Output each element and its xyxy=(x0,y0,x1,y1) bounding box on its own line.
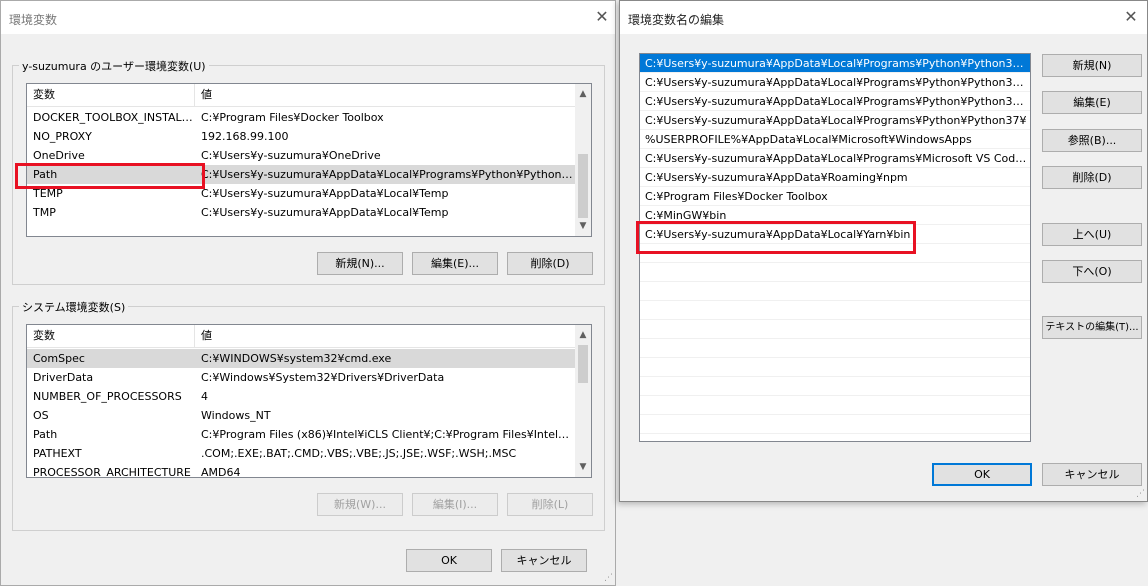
system-var-value: C:¥Windows¥System32¥Drivers¥DriverData xyxy=(201,371,445,384)
system-col-variable[interactable]: 変数 xyxy=(27,325,195,347)
list-item[interactable]: C:¥Users¥y-suzumura¥AppData¥Local¥Progra… xyxy=(640,149,1030,168)
user-var-name: NO_PROXY xyxy=(33,130,92,143)
edit-title-bar: 環境変数名の編集 ✕ xyxy=(620,1,1147,34)
list-item[interactable]: C:¥Users¥y-suzumura¥AppData¥Local¥Progra… xyxy=(640,111,1030,130)
table-row[interactable]: PROCESSOR_ARCHITECTURE AMD64 xyxy=(27,463,575,478)
list-item[interactable] xyxy=(640,396,1030,415)
list-item-selected[interactable]: C:¥Users¥y-suzumura¥AppData¥Local¥Progra… xyxy=(640,54,1030,73)
user-var-value: C:¥Program Files¥Docker Toolbox xyxy=(201,111,384,124)
env-vars-dialog: 環境変数 ✕ y-suzumura のユーザー環境変数(U) 変数 値 DOCK… xyxy=(0,0,616,586)
scroll-up-icon[interactable]: ▲ xyxy=(575,327,591,343)
user-var-value: C:¥Users¥y-suzumura¥AppData¥Local¥Progra… xyxy=(201,168,575,181)
yarn-path-highlight-box xyxy=(636,221,916,254)
list-item[interactable]: %USERPROFILE%¥AppData¥Local¥Microsoft¥Wi… xyxy=(640,130,1030,149)
system-col-value[interactable]: 値 xyxy=(195,325,575,347)
system-var-value: .COM;.EXE;.BAT;.CMD;.VBS;.VBE;.JS;.JSE;.… xyxy=(201,447,517,460)
user-var-value: C:¥Users¥y-suzumura¥OneDrive xyxy=(201,149,381,162)
system-var-value: AMD64 xyxy=(201,466,241,478)
path-highlight-box xyxy=(15,163,205,189)
system-var-name: PROCESSOR_ARCHITECTURE xyxy=(33,466,191,478)
system-var-name: ComSpec xyxy=(33,352,85,365)
system-var-name: NUMBER_OF_PROCESSORS xyxy=(33,390,182,403)
list-item[interactable] xyxy=(640,282,1030,301)
table-row[interactable]: TMP C:¥Users¥y-suzumura¥AppData¥Local¥Te… xyxy=(27,203,575,222)
edit-env-var-dialog: 環境変数名の編集 ✕ C:¥Users¥y-suzumura¥AppData¥L… xyxy=(619,0,1148,502)
user-edit-button[interactable]: 編集(E)... xyxy=(412,252,498,275)
system-var-name: Path xyxy=(33,428,58,441)
system-var-name: OS xyxy=(33,409,49,422)
edit-ok-button[interactable]: OK xyxy=(932,463,1032,486)
list-item[interactable]: C:¥Users¥y-suzumura¥AppData¥Local¥Progra… xyxy=(640,92,1030,111)
resize-grip-icon[interactable]: ⋰ xyxy=(1136,489,1145,499)
system-vars-group-label: システム環境変数(S) xyxy=(19,299,129,315)
user-col-variable[interactable]: 変数 xyxy=(27,84,195,106)
user-delete-button[interactable]: 削除(D) xyxy=(507,252,593,275)
user-var-value: C:¥Users¥y-suzumura¥AppData¥Local¥Temp xyxy=(201,206,449,219)
list-item[interactable] xyxy=(640,415,1030,434)
resize-grip-icon[interactable]: ⋰ xyxy=(604,573,613,583)
system-new-button[interactable]: 新規(W)... xyxy=(317,493,403,516)
list-item[interactable] xyxy=(640,301,1030,320)
list-item[interactable]: C:¥Users¥y-suzumura¥AppData¥Roaming¥npm xyxy=(640,168,1030,187)
edit-edit-button[interactable]: 編集(E) xyxy=(1042,91,1142,114)
list-item[interactable] xyxy=(640,263,1030,282)
env-dialog-title: 環境変数 xyxy=(9,13,58,27)
edit-new-button[interactable]: 新規(N) xyxy=(1042,54,1142,77)
system-var-value: Windows_NT xyxy=(201,409,271,422)
user-vars-list[interactable]: 変数 値 DOCKER_TOOLBOX_INSTALL... C:¥Progra… xyxy=(26,83,592,237)
system-var-value: C:¥WINDOWS¥system32¥cmd.exe xyxy=(201,352,392,365)
edit-close-icon[interactable]: ✕ xyxy=(1122,8,1140,26)
table-row[interactable]: DOCKER_TOOLBOX_INSTALL... C:¥Program Fil… xyxy=(27,108,575,127)
move-down-button[interactable]: 下へ(O) xyxy=(1042,260,1142,283)
user-vars-group-label: y-suzumura のユーザー環境変数(U) xyxy=(19,58,209,74)
scroll-thumb[interactable] xyxy=(578,154,588,218)
system-vars-scrollbar[interactable]: ▲ ▼ xyxy=(575,325,591,477)
list-item[interactable] xyxy=(640,358,1030,377)
system-vars-list[interactable]: 変数 値 ComSpec C:¥WINDOWS¥system32¥cmd.exe… xyxy=(26,324,592,478)
edit-text-button[interactable]: テキストの編集(T)... xyxy=(1042,316,1142,339)
list-item[interactable]: C:¥Users¥y-suzumura¥AppData¥Local¥Progra… xyxy=(640,73,1030,92)
edit-dialog-title: 環境変数名の編集 xyxy=(628,13,725,27)
user-var-value: C:¥Users¥y-suzumura¥AppData¥Local¥Temp xyxy=(201,187,449,200)
user-new-button[interactable]: 新規(N)... xyxy=(317,252,403,275)
table-row[interactable]: PATHEXT .COM;.EXE;.BAT;.CMD;.VBS;.VBE;.J… xyxy=(27,444,575,463)
table-row[interactable]: DriverData C:¥Windows¥System32¥Drivers¥D… xyxy=(27,368,575,387)
list-item[interactable]: C:¥Program Files¥Docker Toolbox xyxy=(640,187,1030,206)
edit-cancel-button[interactable]: キャンセル xyxy=(1042,463,1142,486)
scroll-thumb[interactable] xyxy=(578,345,588,383)
table-row[interactable]: Path C:¥Program Files (x86)¥Intel¥iCLS C… xyxy=(27,425,575,444)
system-vars-header: 変数 値 xyxy=(27,325,575,348)
user-var-name: TMP xyxy=(33,206,56,219)
scroll-down-icon[interactable]: ▼ xyxy=(575,459,591,475)
env-cancel-button[interactable]: キャンセル xyxy=(501,549,587,572)
scroll-up-icon[interactable]: ▲ xyxy=(575,86,591,102)
table-row[interactable]: NUMBER_OF_PROCESSORS 4 xyxy=(27,387,575,406)
move-up-button[interactable]: 上へ(U) xyxy=(1042,223,1142,246)
system-var-value: C:¥Program Files (x86)¥Intel¥iCLS Client… xyxy=(201,428,575,441)
system-var-name: DriverData xyxy=(33,371,94,384)
list-item[interactable] xyxy=(640,339,1030,358)
user-vars-header: 変数 値 xyxy=(27,84,575,107)
system-edit-button[interactable]: 編集(I)... xyxy=(412,493,498,516)
user-var-name: DOCKER_TOOLBOX_INSTALL... xyxy=(33,111,195,124)
table-row-selected[interactable]: ComSpec C:¥WINDOWS¥system32¥cmd.exe xyxy=(27,349,575,368)
list-item[interactable] xyxy=(640,377,1030,396)
env-close-icon[interactable]: ✕ xyxy=(593,8,611,26)
system-delete-button[interactable]: 削除(L) xyxy=(507,493,593,516)
table-row[interactable]: NO_PROXY 192.168.99.100 xyxy=(27,127,575,146)
system-var-value: 4 xyxy=(201,390,208,403)
scroll-down-icon[interactable]: ▼ xyxy=(575,218,591,234)
edit-browse-button[interactable]: 参照(B)... xyxy=(1042,129,1142,152)
env-title-bar: 環境変数 ✕ xyxy=(1,1,615,34)
user-vars-scrollbar[interactable]: ▲ ▼ xyxy=(575,84,591,236)
system-var-name: PATHEXT xyxy=(33,447,82,460)
env-ok-button[interactable]: OK xyxy=(406,549,492,572)
edit-delete-button[interactable]: 削除(D) xyxy=(1042,166,1142,189)
list-item[interactable] xyxy=(640,320,1030,339)
user-col-value[interactable]: 値 xyxy=(195,84,575,106)
table-row[interactable]: OS Windows_NT xyxy=(27,406,575,425)
user-var-value: 192.168.99.100 xyxy=(201,130,289,143)
